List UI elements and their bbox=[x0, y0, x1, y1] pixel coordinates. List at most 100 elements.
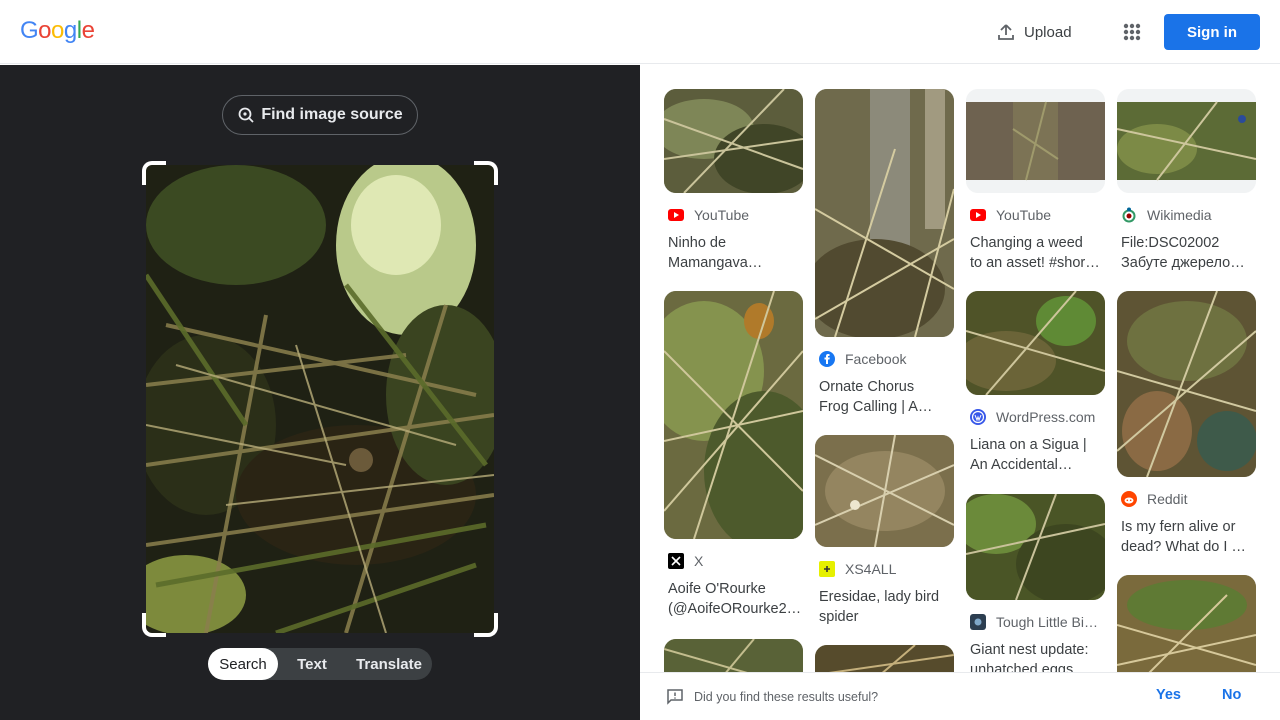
results-panel: YouTube Ninho de Mamangava… X Aoife O'Ro… bbox=[640, 65, 1280, 672]
upload-button[interactable]: Upload bbox=[984, 14, 1084, 50]
crop-handle-top-left[interactable] bbox=[142, 161, 166, 185]
result-thumbnail[interactable] bbox=[966, 291, 1105, 395]
result-source: X bbox=[664, 553, 803, 569]
source-name: Tough Little Bi… bbox=[996, 614, 1098, 630]
result-title[interactable]: File:DSC02002 Забуте джерело… bbox=[1117, 233, 1256, 273]
result-title-line: Ninho de bbox=[668, 235, 727, 251]
result-thumbnail[interactable] bbox=[1117, 291, 1256, 477]
result-title-line: spider bbox=[819, 609, 859, 625]
result-card[interactable]: Tough Little Bi… Giant nest update: unha… bbox=[966, 494, 1105, 672]
result-title-line: to an asset! #shor… bbox=[970, 255, 1100, 271]
feedback-question: Did you find these results useful? bbox=[694, 690, 879, 704]
result-thumbnail[interactable] bbox=[664, 291, 803, 539]
result-title-line: Aoife O'Rourke bbox=[668, 581, 766, 597]
youtube-icon bbox=[970, 207, 986, 223]
result-title-line: Eresidae, lady bird bbox=[819, 589, 940, 605]
logo-letter: o bbox=[38, 17, 52, 44]
result-source: YouTube bbox=[966, 207, 1105, 223]
result-title-line: (@AoifeORourke2… bbox=[668, 601, 802, 617]
result-thumbnail[interactable] bbox=[966, 494, 1105, 600]
result-thumbnail[interactable] bbox=[815, 89, 954, 337]
feedback-yes-button[interactable]: Yes bbox=[1156, 687, 1181, 703]
result-title-line: Giant nest update: bbox=[970, 642, 1089, 658]
tab-text[interactable]: Text bbox=[278, 648, 346, 680]
result-thumbnail[interactable] bbox=[664, 639, 803, 672]
result-title-line: unhatched eggs,… bbox=[970, 662, 1092, 672]
upload-label: Upload bbox=[1024, 23, 1072, 41]
result-card[interactable]: X Aoife O'Rourke (@AoifeORourke2… bbox=[664, 291, 803, 619]
result-title-line: Забуте джерело… bbox=[1121, 255, 1245, 271]
result-title-line: Is my fern alive or bbox=[1121, 519, 1236, 535]
result-thumbnail[interactable] bbox=[815, 645, 954, 672]
tab-translate[interactable]: Translate bbox=[346, 648, 432, 680]
source-name: X bbox=[694, 553, 704, 569]
source-name: Reddit bbox=[1147, 491, 1188, 507]
facebook-icon bbox=[819, 351, 835, 367]
result-source: Reddit bbox=[1117, 491, 1256, 507]
youtube-icon bbox=[668, 207, 684, 223]
result-card[interactable]: WordPress.com Liana on a Sigua | An Acci… bbox=[966, 291, 1105, 475]
result-title-line: dead? What do I … bbox=[1121, 539, 1246, 555]
result-title[interactable]: Aoife O'Rourke (@AoifeORourke2… bbox=[664, 579, 803, 619]
result-title-line: Frog Calling | A… bbox=[819, 399, 933, 415]
query-image[interactable] bbox=[146, 165, 494, 633]
wikimedia-icon bbox=[1121, 207, 1137, 223]
result-card[interactable] bbox=[1117, 575, 1256, 672]
result-card[interactable] bbox=[664, 639, 803, 672]
sign-in-button[interactable]: Sign in bbox=[1164, 14, 1260, 50]
reddit-icon bbox=[1121, 491, 1137, 507]
result-card[interactable]: XS4ALL Eresidae, lady bird spider bbox=[815, 435, 954, 627]
result-source: Facebook bbox=[815, 351, 954, 367]
result-title[interactable]: Changing a weed to an asset! #shor… bbox=[966, 233, 1105, 273]
result-card[interactable]: Facebook Ornate Chorus Frog Calling | A… bbox=[815, 89, 954, 417]
crop-handle-bottom-left[interactable] bbox=[142, 613, 166, 637]
result-title-line: Changing a weed bbox=[970, 235, 1083, 251]
result-card[interactable]: Wikimedia File:DSC02002 Забуте джерело… bbox=[1117, 89, 1256, 273]
source-name: YouTube bbox=[996, 207, 1052, 223]
result-thumbnail[interactable] bbox=[1117, 89, 1256, 193]
result-thumbnail[interactable] bbox=[1117, 575, 1256, 672]
crop-handle-top-right[interactable] bbox=[474, 161, 498, 185]
feedback-no-button[interactable]: No bbox=[1222, 687, 1241, 703]
result-card[interactable]: YouTube Changing a weed to an asset! #sh… bbox=[966, 89, 1105, 273]
result-source: WordPress.com bbox=[966, 409, 1105, 425]
top-bar: Google Upload Sign in bbox=[0, 0, 1280, 64]
result-title-line: File:DSC02002 bbox=[1121, 235, 1220, 251]
lens-mode-tabs: Search Text Translate bbox=[208, 648, 432, 680]
result-thumbnail[interactable] bbox=[966, 89, 1105, 193]
logo-letter: o bbox=[51, 17, 64, 44]
result-source: Wikimedia bbox=[1117, 207, 1256, 223]
logo-letter: e bbox=[81, 17, 95, 44]
result-title[interactable]: Ornate Chorus Frog Calling | A… bbox=[815, 377, 954, 417]
logo-letter: G bbox=[20, 17, 39, 44]
result-source: Tough Little Bi… bbox=[966, 614, 1105, 630]
x-icon bbox=[668, 553, 684, 569]
google-logo[interactable]: Google bbox=[20, 17, 95, 45]
result-card[interactable]: Reddit Is my fern alive or dead? What do… bbox=[1117, 291, 1256, 557]
result-title[interactable]: Giant nest update: unhatched eggs,… bbox=[966, 640, 1105, 672]
source-name: Wikimedia bbox=[1147, 207, 1212, 223]
wordpress-icon bbox=[970, 409, 986, 425]
feedback-bar: Did you find these results useful? Yes N… bbox=[640, 672, 1280, 720]
source-name: YouTube bbox=[694, 207, 750, 223]
result-thumbnail[interactable] bbox=[664, 89, 803, 193]
result-title[interactable]: Eresidae, lady bird spider bbox=[815, 587, 954, 627]
result-title[interactable]: Liana on a Sigua | An Accidental… bbox=[966, 435, 1105, 475]
result-card[interactable] bbox=[815, 645, 954, 672]
lens-search-icon bbox=[238, 107, 254, 123]
result-title[interactable]: Is my fern alive or dead? What do I … bbox=[1117, 517, 1256, 557]
result-title-line: Ornate Chorus bbox=[819, 379, 915, 395]
tab-search[interactable]: Search bbox=[208, 648, 278, 680]
result-title[interactable]: Ninho de Mamangava… bbox=[664, 233, 803, 273]
google-apps-button[interactable] bbox=[1116, 16, 1148, 48]
result-title-line: Mamangava… bbox=[668, 255, 763, 271]
crop-handle-bottom-right[interactable] bbox=[474, 613, 498, 637]
site-icon bbox=[970, 614, 986, 630]
source-name: XS4ALL bbox=[845, 561, 897, 577]
feedback-icon bbox=[667, 689, 683, 705]
xs4all-icon bbox=[819, 561, 835, 577]
find-image-source-button[interactable]: Find image source bbox=[222, 95, 418, 135]
result-card[interactable]: YouTube Ninho de Mamangava… bbox=[664, 89, 803, 273]
result-thumbnail[interactable] bbox=[815, 435, 954, 547]
result-source: YouTube bbox=[664, 207, 803, 223]
